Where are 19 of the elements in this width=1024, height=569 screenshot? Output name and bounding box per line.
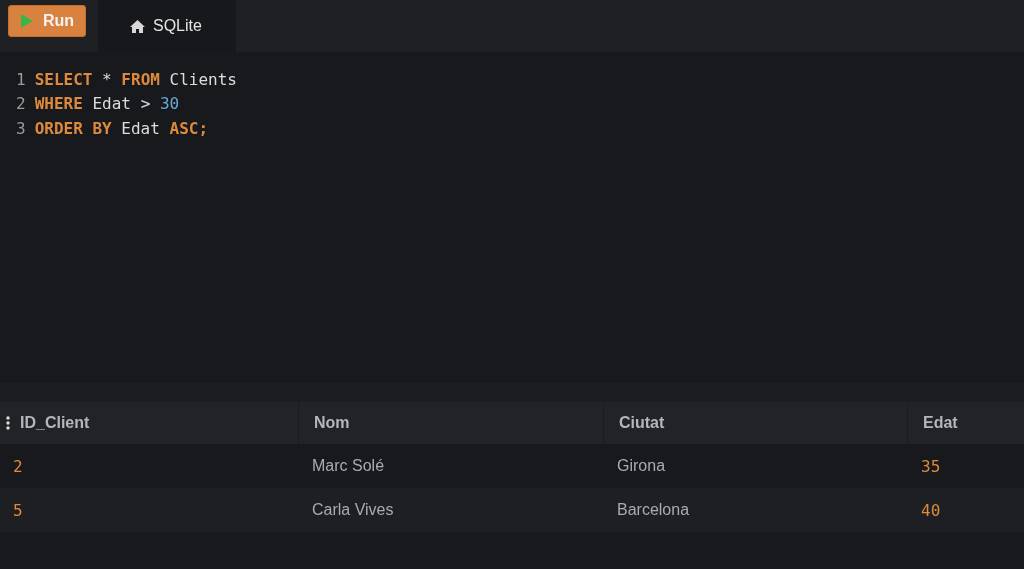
table-cell-text: 2: [12, 455, 24, 478]
editor-tab[interactable]: SQLite: [98, 0, 236, 52]
table-cell-text: Girona: [616, 456, 667, 476]
more-icon[interactable]: [6, 416, 10, 430]
table-cell-text: 40: [920, 499, 942, 522]
code-line: ORDER BY Edat ASC;: [34, 118, 209, 138]
table-cell-text: 35: [920, 455, 942, 478]
code-line: SELECT * FROM Clients: [34, 69, 237, 89]
code-line: WHERE Edat > 30: [34, 94, 180, 114]
table-cell-text: Carla Vives: [311, 500, 395, 520]
column-header[interactable]: ID_Client: [0, 402, 298, 444]
home-icon: [130, 19, 145, 33]
line-number: 3: [16, 118, 26, 138]
line-number: 2: [16, 94, 26, 114]
table-cell-text: Barcelona: [616, 500, 691, 520]
line-number: 1: [16, 69, 26, 89]
table-cell-text: 5: [12, 499, 24, 522]
table-cell-text: Marc Solé: [311, 456, 386, 476]
play-icon: [21, 14, 33, 28]
